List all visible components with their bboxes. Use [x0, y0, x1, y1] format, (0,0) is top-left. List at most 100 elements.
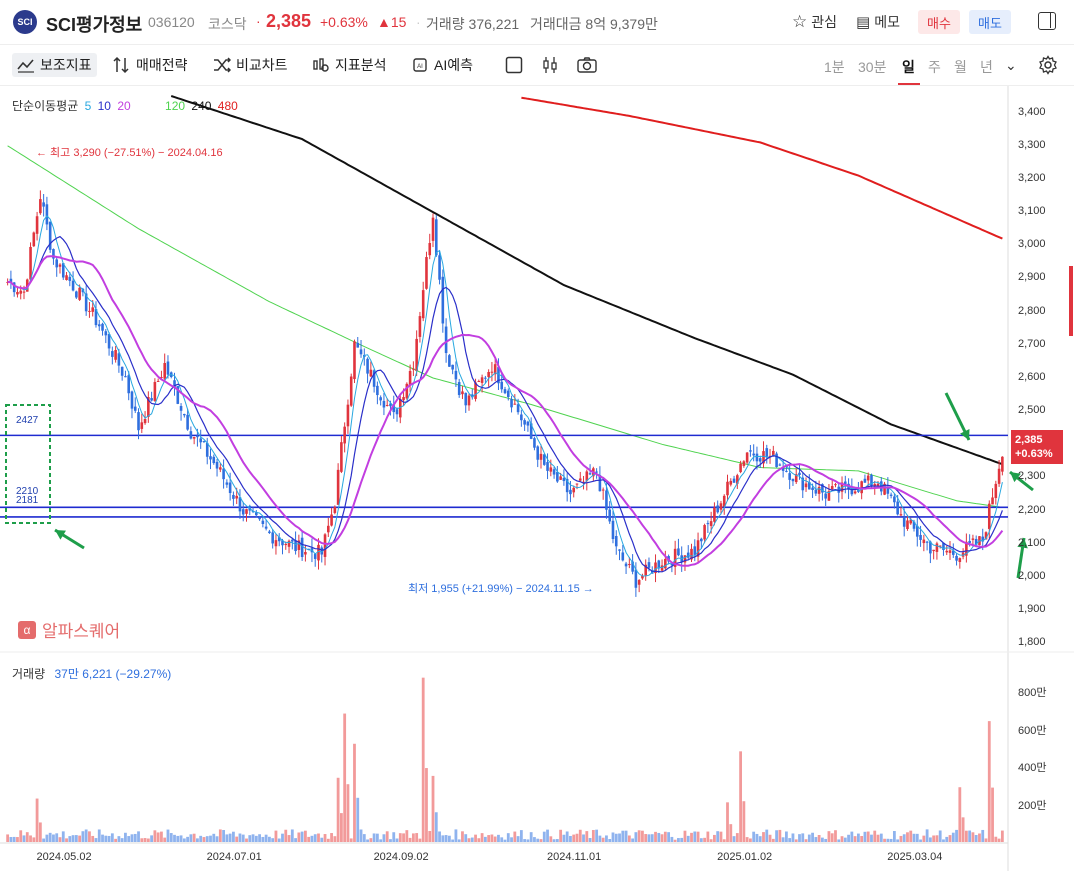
candle-body [349, 376, 353, 406]
candle-body [382, 400, 386, 408]
period-1min[interactable]: 1분 [824, 57, 845, 77]
volume-bar [928, 837, 932, 842]
buy-button[interactable]: 매수 [918, 10, 960, 34]
candle-body [408, 370, 412, 386]
candle-body [58, 264, 62, 267]
square-tool-button[interactable] [505, 53, 523, 77]
volume-bar [405, 830, 409, 842]
compare-button[interactable]: 비교차트 [213, 53, 288, 77]
candle-body [425, 257, 428, 289]
candle-body [889, 494, 893, 496]
volume-bar [124, 832, 127, 842]
candle-body [412, 368, 415, 370]
candle-body [313, 553, 317, 559]
volume-bar [768, 834, 772, 842]
volume-bar [359, 829, 363, 842]
candle-body [536, 446, 540, 460]
candle-body [369, 369, 373, 377]
screenshot-button[interactable] [577, 53, 597, 77]
period-month[interactable]: 월 [954, 57, 967, 77]
volume-bar [81, 831, 85, 842]
candle-body [16, 291, 19, 295]
ai-predict-button[interactable]: AI AI예측 [411, 53, 473, 77]
strategy-button[interactable]: 매매전략 [113, 53, 188, 77]
candle-body [510, 399, 513, 408]
volume-bar [840, 836, 844, 842]
volume-bar [824, 838, 828, 842]
candle-body [804, 483, 808, 488]
analysis-button[interactable]: 지표분석 [312, 53, 387, 77]
candle-body [605, 490, 608, 510]
volume-bar [215, 836, 219, 842]
candle-body [703, 525, 706, 540]
period-30min[interactable]: 30분 [858, 57, 886, 77]
volume-bar [375, 833, 379, 842]
volume-legend[interactable]: 거래량 37만 6,221 (−29.27%) [12, 665, 171, 682]
volume-bar [742, 801, 746, 842]
volume-bar [578, 829, 582, 842]
candle-body [457, 382, 461, 395]
volume-bar [425, 768, 428, 842]
volume-bar [65, 838, 68, 842]
volume-bar [500, 837, 504, 842]
separator-dot: · [256, 13, 261, 29]
candle-type-button[interactable] [541, 53, 559, 77]
memo-button[interactable]: ▤ 메모 [856, 10, 900, 34]
stock-name[interactable]: SCI평가정보 [46, 11, 142, 37]
candle-body [896, 501, 899, 515]
volume-bar [330, 833, 333, 842]
volume-bar [74, 835, 78, 842]
volume-bar [317, 833, 320, 842]
volume-bar [690, 832, 693, 842]
volume-bar [834, 830, 837, 842]
watch-button[interactable]: ☆ 관심 [792, 10, 837, 34]
volume-bar [29, 835, 32, 842]
volume-bar [938, 830, 942, 842]
indicator-button[interactable]: 보조지표 [12, 53, 97, 77]
volume-bar [474, 834, 477, 842]
candle-body [287, 540, 291, 547]
candle-body [467, 395, 471, 406]
chevron-down-icon[interactable]: ⌄ [1005, 57, 1017, 74]
candle-body [464, 392, 468, 406]
candle-body [824, 493, 827, 499]
volume-bar [186, 836, 190, 842]
volume-bar [575, 833, 579, 842]
volume-bar [722, 839, 726, 842]
candle-body [660, 565, 664, 571]
volume-bar [598, 835, 602, 842]
period-week[interactable]: 주 [928, 57, 941, 77]
volume-bar [709, 839, 713, 842]
candle-body [922, 539, 926, 544]
volume-bar [372, 833, 376, 842]
candle-body [29, 246, 32, 280]
gear-icon[interactable] [1038, 55, 1058, 75]
side-panel-icon[interactable] [1038, 12, 1056, 30]
volume-bar [212, 833, 216, 842]
period-day[interactable]: 일 [902, 57, 915, 77]
volume-bar [104, 835, 108, 842]
candle-body [431, 217, 435, 241]
volume-bar [202, 837, 206, 842]
volume-bar [984, 838, 988, 842]
volume-bar [961, 817, 965, 842]
volume-bar [801, 833, 805, 842]
candle-body [143, 418, 147, 424]
volume-bar [490, 834, 494, 842]
volume-bar [362, 834, 366, 842]
volume-bar [444, 835, 448, 842]
volume-bar [274, 830, 278, 842]
volume-bar [670, 836, 674, 842]
sell-button[interactable]: 매도 [969, 10, 1011, 34]
volume-bar [205, 836, 209, 842]
price-chart[interactable] [0, 86, 1074, 871]
period-year[interactable]: 년 [980, 57, 993, 77]
volume-bar [726, 802, 729, 842]
candle-body [971, 538, 975, 540]
candle-body [340, 442, 343, 472]
ma-20-line [7, 255, 1004, 567]
volume-bar [19, 830, 23, 842]
volume-bar [683, 830, 687, 842]
volume-bar [804, 839, 808, 842]
candle-body [91, 307, 95, 312]
